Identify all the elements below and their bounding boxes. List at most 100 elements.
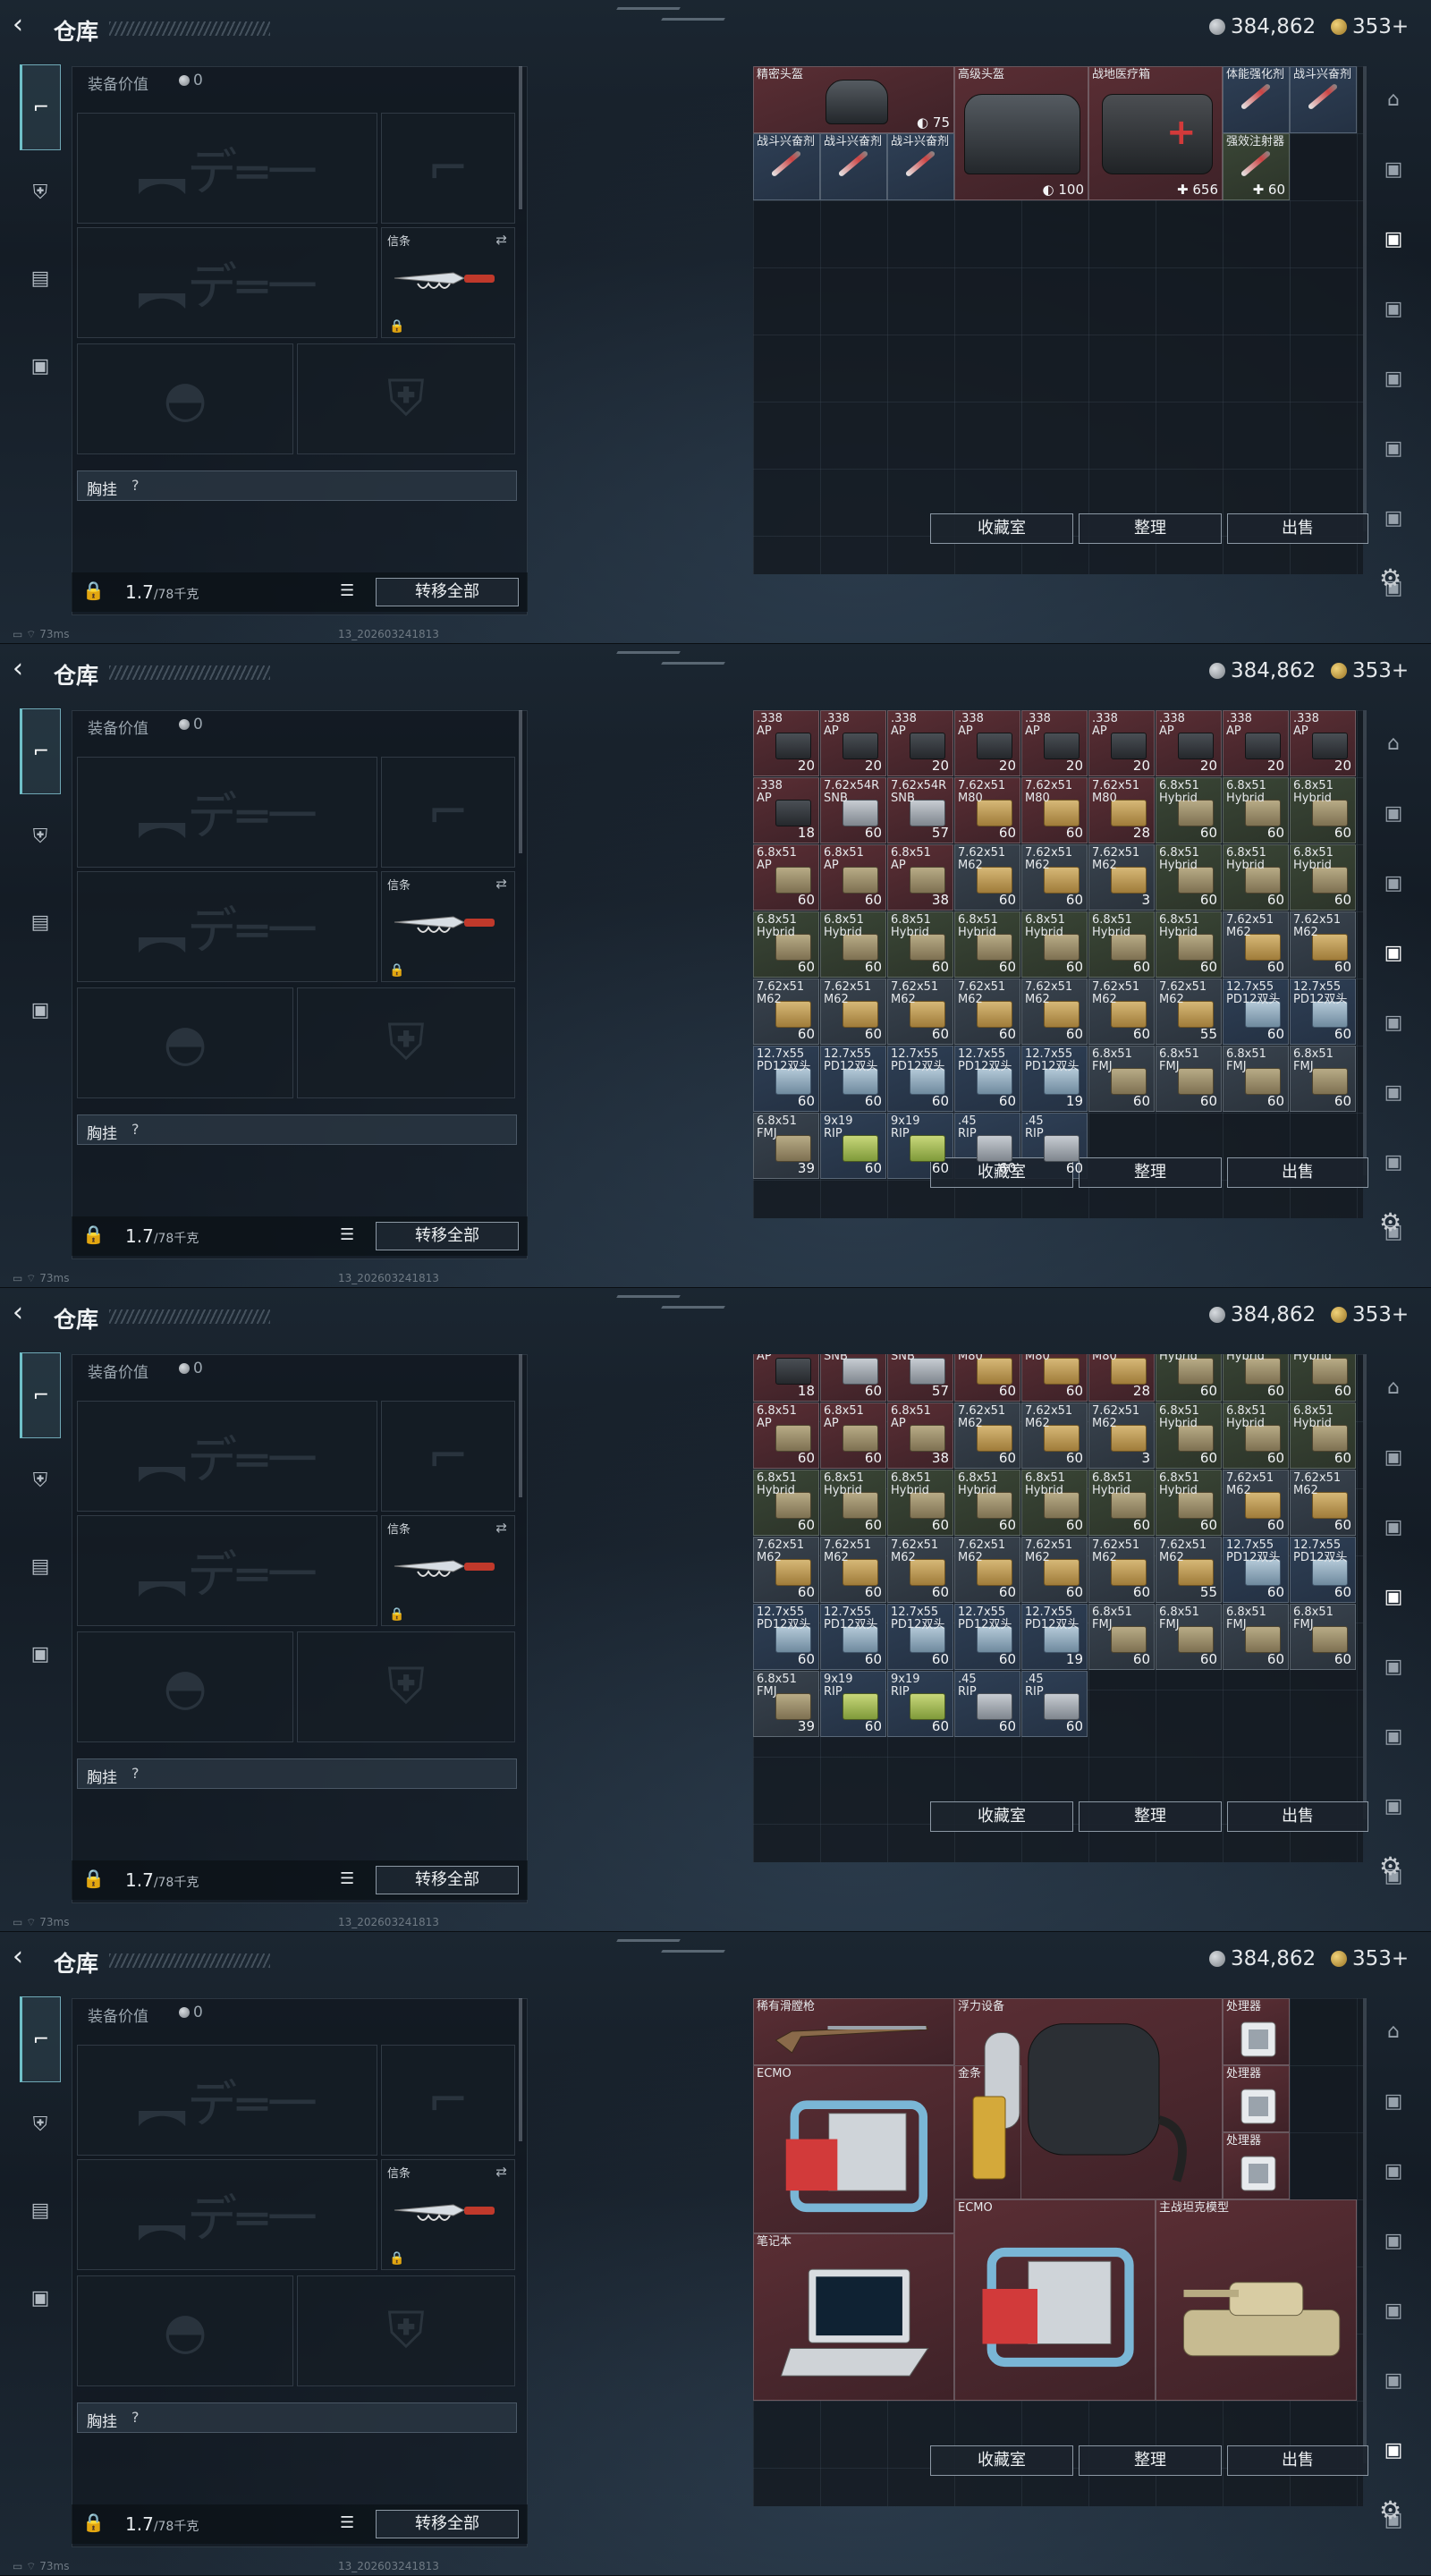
ammo-item[interactable]: 7.62x51 M62 60 [887, 979, 953, 1045]
gold-currency[interactable]: 353+ [1331, 15, 1409, 38]
stash-item[interactable]: 处理器 [1223, 2132, 1290, 2199]
swap-icon[interactable]: ⇄ [495, 232, 507, 248]
stash-tab-4-icon[interactable]: ▣ [1377, 937, 1410, 970]
sell-button[interactable]: 出售 [1227, 1157, 1368, 1188]
primary-weapon-slot[interactable]: ︻デ═一 [77, 113, 377, 224]
settings-gear-icon[interactable]: ⚙ [1379, 1208, 1401, 1237]
ammo-item[interactable]: .338 AP 20 [1290, 710, 1356, 776]
ammo-item[interactable]: 7.62x51 M62 60 [1021, 1537, 1088, 1603]
ammo-item[interactable]: .338 AP 20 [1223, 710, 1289, 776]
stash-tab-2-icon[interactable]: ▣ [1377, 2086, 1410, 2118]
ammo-item[interactable]: 6.8x51 Hybrid 60 [1223, 777, 1289, 843]
ammo-item[interactable]: 7.62x51 M62 60 [1021, 844, 1088, 911]
sell-button[interactable]: 出售 [1227, 1801, 1368, 1832]
ammo-item[interactable]: 6.8x51 AP 60 [753, 1402, 819, 1469]
ammo-item[interactable]: 6.8x51 FMJ 60 [1223, 1604, 1289, 1670]
ammo-item[interactable]: 12.7x55 PD12双头 60 [954, 1046, 1020, 1112]
stash-tab-1-icon[interactable]: ⌂ [1377, 728, 1410, 760]
chest-rig-slot[interactable]: 胸挂? [77, 1758, 517, 1789]
ammo-item[interactable]: 6.8x51 FMJ 60 [1088, 1046, 1155, 1112]
ammo-item[interactable]: 9x19 RIP 60 [820, 1113, 886, 1179]
stash-item[interactable]: 稀有滑膛枪 [753, 1998, 954, 2065]
stash-tab-7-icon[interactable]: ▣ [1377, 503, 1410, 535]
chest-rig-slot[interactable]: 胸挂? [77, 470, 517, 501]
ammo-item[interactable]: 7.62x54R SNB 57 [887, 1354, 953, 1402]
stash-tab-6-icon[interactable]: ▣ [1377, 433, 1410, 465]
help-icon[interactable]: ? [131, 477, 140, 494]
ammo-item[interactable]: 6.8x51 Hybrid 60 [1021, 1470, 1088, 1536]
ammo-item[interactable]: 6.8x51 FMJ 60 [1156, 1604, 1222, 1670]
ammo-item[interactable]: 9x19 RIP 60 [887, 1113, 953, 1179]
stash-tab-3-icon[interactable]: ▣ [1377, 2156, 1410, 2188]
ammo-item[interactable]: 9x19 RIP 60 [820, 1671, 886, 1737]
ammo-item[interactable]: 12.7x55 PD12双头 60 [1290, 979, 1356, 1045]
gold-currency[interactable]: 353+ [1331, 1947, 1409, 1970]
ammo-item[interactable]: 7.62x54R SNB 60 [820, 777, 886, 843]
ammo-item[interactable]: 6.8x51 FMJ 60 [1290, 1046, 1356, 1112]
ammo-item[interactable]: 12.7x55 PD12双头 60 [1223, 1537, 1289, 1603]
briefcase-icon[interactable]: ▣ [20, 2277, 61, 2318]
stash-item[interactable]: 处理器 [1223, 2065, 1290, 2132]
list-icon[interactable]: ☰ [340, 1225, 354, 1244]
ammo-item[interactable]: 6.8x51 Hybrid 60 [1223, 1402, 1289, 1469]
back-arrow-icon[interactable]: ‹ [13, 12, 39, 39]
ammo-item[interactable]: 6.8x51 FMJ 39 [753, 1113, 819, 1179]
ammo-item[interactable]: .338 AP 18 [753, 777, 819, 843]
armor-icon[interactable]: ⛨ [20, 816, 61, 857]
ammo-item[interactable]: 6.8x51 AP 38 [887, 1402, 953, 1469]
ammo-item[interactable]: 7.62x51 M62 60 [1290, 1470, 1356, 1536]
briefcase-icon[interactable]: ▣ [20, 345, 61, 386]
stash-item[interactable]: 体能强化剂 [1223, 66, 1290, 133]
ammo-item[interactable]: 6.8x51 Hybrid 60 [887, 1470, 953, 1536]
sell-button[interactable]: 出售 [1227, 513, 1368, 544]
ammo-item[interactable]: 7.62x51 M62 3 [1088, 844, 1155, 911]
ammo-item[interactable]: 7.62x51 M80 28 [1088, 777, 1155, 843]
ammo-item[interactable]: 7.62x54R SNB 57 [887, 777, 953, 843]
ammo-item[interactable]: 6.8x51 Hybrid 60 [1088, 1470, 1155, 1536]
stash-item[interactable]: 战斗兴奋剂 [1290, 66, 1357, 133]
ammo-item[interactable]: 6.8x51 Hybrid 60 [1088, 911, 1155, 978]
stash-item[interactable]: 战地医疗箱 + ✚ 656 [1088, 66, 1223, 200]
armor-icon[interactable]: ⛨ [20, 1460, 61, 1501]
stash-grid[interactable]: .338 AP187.62x54R SNB607.62x54R SNB577.6… [753, 1354, 1363, 1862]
ammo-item[interactable]: 6.8x51 AP 60 [820, 844, 886, 911]
ammo-item[interactable]: 6.8x51 Hybrid 60 [1021, 911, 1088, 978]
ammo-item[interactable]: .338 AP 20 [820, 710, 886, 776]
stash-tab-7-icon[interactable]: ▣ [1377, 1147, 1410, 1179]
ammo-item[interactable]: 6.8x51 Hybrid 60 [820, 1470, 886, 1536]
stash-tab-2-icon[interactable]: ▣ [1377, 798, 1410, 830]
ammo-item[interactable]: 7.62x51 M80 60 [1021, 1354, 1088, 1402]
armor-icon[interactable]: ⛨ [20, 2104, 61, 2145]
stash-tab-4-icon[interactable]: ▣ [1377, 2225, 1410, 2258]
transfer-all-button[interactable]: 转移全部 [376, 578, 519, 606]
stash-item[interactable]: ECMO [753, 2065, 954, 2233]
ammo-item[interactable]: 6.8x51 Hybrid 60 [954, 1470, 1020, 1536]
melee-slot[interactable]: 信条 ⇄ 🔒 [381, 871, 515, 982]
stash-tab-3-icon[interactable]: ▣ [1377, 1512, 1410, 1544]
ammo-item[interactable]: 12.7x55 PD12双头 60 [820, 1046, 886, 1112]
ammo-item[interactable]: 7.62x51 M62 60 [753, 979, 819, 1045]
ammo-item[interactable]: 6.8x51 Hybrid 60 [887, 911, 953, 978]
melee-slot[interactable]: 信条 ⇄ 🔒 [381, 2159, 515, 2270]
ammo-item[interactable]: 7.62x51 M62 60 [954, 1537, 1020, 1603]
loadout-scrollbar[interactable] [519, 66, 522, 209]
stash-item[interactable]: 主战坦克模型 [1156, 2199, 1357, 2401]
ammo-item[interactable]: 7.62x51 M62 60 [954, 1402, 1020, 1469]
loadout-scrollbar[interactable] [519, 1354, 522, 1497]
ammo-item[interactable]: 12.7x55 PD12双头 60 [820, 1604, 886, 1670]
pistol-icon[interactable]: ⌐ [20, 1996, 61, 2082]
ammo-item[interactable]: 7.62x51 M62 60 [887, 1537, 953, 1603]
stash-tab-5-icon[interactable]: ▣ [1377, 2295, 1410, 2327]
sort-button[interactable]: 整理 [1079, 1157, 1222, 1188]
ammo-item[interactable]: 7.62x51 M62 60 [820, 979, 886, 1045]
briefcase-icon[interactable]: ▣ [20, 989, 61, 1030]
stash-tab-6-icon[interactable]: ▣ [1377, 1077, 1410, 1109]
ammo-item[interactable]: .338 AP 18 [753, 1354, 819, 1402]
stash-tab-7-icon[interactable]: ▣ [1377, 1791, 1410, 1823]
ammo-item[interactable]: 7.62x51 M62 60 [1021, 1402, 1088, 1469]
stash-item[interactable]: 战斗兴奋剂 [753, 133, 820, 200]
stash-item[interactable]: 战斗兴奋剂 [887, 133, 954, 200]
ammo-item[interactable]: 7.62x51 M62 60 [1223, 911, 1289, 978]
stash-item[interactable]: 强效注射器 ✚ 60 [1223, 133, 1290, 200]
ammo-item[interactable]: .338 AP 20 [954, 710, 1020, 776]
